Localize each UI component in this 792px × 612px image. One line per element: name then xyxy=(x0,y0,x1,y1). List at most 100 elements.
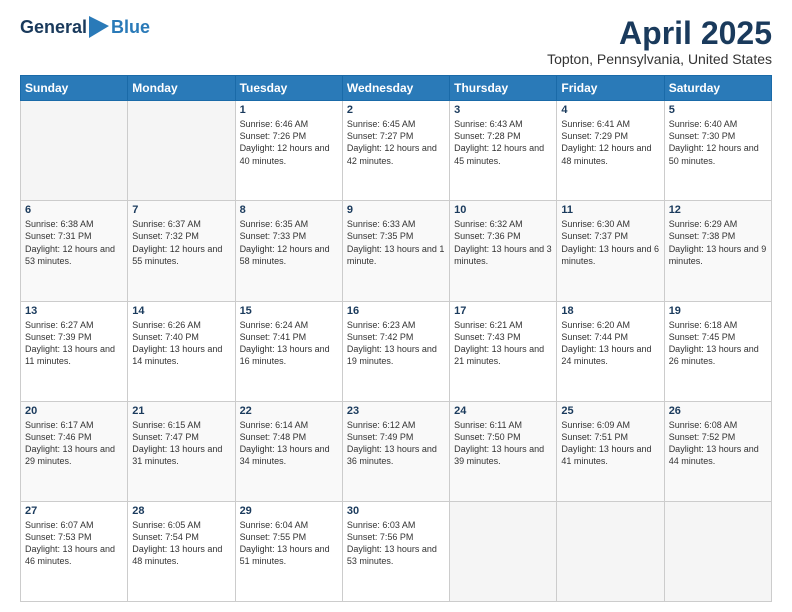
day-info: Sunrise: 6:11 AM Sunset: 7:50 PM Dayligh… xyxy=(454,419,552,468)
day-info: Sunrise: 6:21 AM Sunset: 7:43 PM Dayligh… xyxy=(454,319,552,368)
calendar-cell: 21 Sunrise: 6:15 AM Sunset: 7:47 PM Dayli… xyxy=(128,401,235,501)
day-header: Tuesday xyxy=(235,76,342,101)
day-info: Sunrise: 6:20 AM Sunset: 7:44 PM Dayligh… xyxy=(561,319,659,368)
calendar-cell: 16Sunrise: 6:23 AM Sunset: 7:42 PM Dayli… xyxy=(342,301,449,401)
calendar-cell xyxy=(128,101,235,201)
day-info: Sunrise: 6:40 AM Sunset: 7:30 PM Dayligh… xyxy=(669,118,767,167)
calendar-cell: 20Sunrise: 6:17 AM Sunset: 7:46 PM Dayli… xyxy=(21,401,128,501)
day-info: Sunrise: 6:12 AM Sunset: 7:49 PM Dayligh… xyxy=(347,419,445,468)
logo: General Blue xyxy=(20,16,150,38)
day-info: Sunrise: 6:29 AM Sunset: 7:38 PM Dayligh… xyxy=(669,218,767,267)
calendar-cell: 10 Sunrise: 6:32 AM Sunset: 7:36 PM Dayli… xyxy=(450,201,557,301)
calendar-cell: 4Sunrise: 6:41 AM Sunset: 7:29 PM Daylig… xyxy=(557,101,664,201)
day-info: Sunrise: 6:18 AM Sunset: 7:45 PM Dayligh… xyxy=(669,319,767,368)
day-number: 6 xyxy=(25,204,123,216)
logo-text: General Blue xyxy=(20,16,150,38)
day-number: 3 xyxy=(454,104,552,116)
day-header: Friday xyxy=(557,76,664,101)
day-number: 13 xyxy=(25,305,123,317)
day-number: 1 xyxy=(240,104,338,116)
day-info: Sunrise: 6:07 AM Sunset: 7:53 PM Dayligh… xyxy=(25,519,123,568)
day-number: 7 xyxy=(132,204,230,216)
day-number: 22 xyxy=(240,405,338,417)
calendar-cell: 6 Sunrise: 6:38 AM Sunset: 7:31 PM Daylig… xyxy=(21,201,128,301)
title-block: April 2025 Topton, Pennsylvania, United … xyxy=(547,16,772,67)
calendar-week-row: 20Sunrise: 6:17 AM Sunset: 7:46 PM Dayli… xyxy=(21,401,772,501)
day-info: Sunrise: 6:09 AM Sunset: 7:51 PM Dayligh… xyxy=(561,419,659,468)
location: Topton, Pennsylvania, United States xyxy=(547,51,772,67)
day-number: 4 xyxy=(561,104,659,116)
day-info: Sunrise: 6:03 AM Sunset: 7:56 PM Dayligh… xyxy=(347,519,445,568)
calendar-cell: 17 Sunrise: 6:21 AM Sunset: 7:43 PM Dayli… xyxy=(450,301,557,401)
day-number: 14 xyxy=(132,305,230,317)
calendar-cell: 18Sunrise: 6:20 AM Sunset: 7:44 PM Dayli… xyxy=(557,301,664,401)
calendar-cell: 23Sunrise: 6:12 AM Sunset: 7:49 PM Dayli… xyxy=(342,401,449,501)
calendar-header-row: SundayMondayTuesdayWednesdayThursdayFrid… xyxy=(21,76,772,101)
day-header: Thursday xyxy=(450,76,557,101)
day-number: 21 xyxy=(132,405,230,417)
day-number: 28 xyxy=(132,505,230,517)
calendar-cell: 12 Sunrise: 6:29 AM Sunset: 7:38 PM Dayli… xyxy=(664,201,771,301)
day-header: Sunday xyxy=(21,76,128,101)
calendar-cell: 8Sunrise: 6:35 AM Sunset: 7:33 PM Daylig… xyxy=(235,201,342,301)
day-info: Sunrise: 6:33 AM Sunset: 7:35 PM Dayligh… xyxy=(347,218,445,267)
calendar-cell: 3 Sunrise: 6:43 AM Sunset: 7:28 PM Daylig… xyxy=(450,101,557,201)
day-number: 5 xyxy=(669,104,767,116)
calendar-cell: 25 Sunrise: 6:09 AM Sunset: 7:51 PM Dayli… xyxy=(557,401,664,501)
calendar-cell: 1 Sunrise: 6:46 AM Sunset: 7:26 PM Daylig… xyxy=(235,101,342,201)
day-info: Sunrise: 6:37 AM Sunset: 7:32 PM Dayligh… xyxy=(132,218,230,267)
day-number: 29 xyxy=(240,505,338,517)
day-number: 11 xyxy=(561,204,659,216)
calendar-cell: 30 Sunrise: 6:03 AM Sunset: 7:56 PM Dayli… xyxy=(342,501,449,601)
day-number: 26 xyxy=(669,405,767,417)
day-info: Sunrise: 6:30 AM Sunset: 7:37 PM Dayligh… xyxy=(561,218,659,267)
day-number: 2 xyxy=(347,104,445,116)
calendar-cell: 5 Sunrise: 6:40 AM Sunset: 7:30 PM Daylig… xyxy=(664,101,771,201)
calendar-week-row: 13 Sunrise: 6:27 AM Sunset: 7:39 PM Dayli… xyxy=(21,301,772,401)
day-number: 17 xyxy=(454,305,552,317)
day-info: Sunrise: 6:32 AM Sunset: 7:36 PM Dayligh… xyxy=(454,218,552,267)
day-info: Sunrise: 6:27 AM Sunset: 7:39 PM Dayligh… xyxy=(25,319,123,368)
day-number: 30 xyxy=(347,505,445,517)
page: General Blue April 2025 Topton, Pennsylv… xyxy=(0,0,792,612)
day-info: Sunrise: 6:35 AM Sunset: 7:33 PM Dayligh… xyxy=(240,218,338,267)
calendar-week-row: 6 Sunrise: 6:38 AM Sunset: 7:31 PM Daylig… xyxy=(21,201,772,301)
calendar: SundayMondayTuesdayWednesdayThursdayFrid… xyxy=(20,75,772,602)
day-info: Sunrise: 6:43 AM Sunset: 7:28 PM Dayligh… xyxy=(454,118,552,167)
day-info: Sunrise: 6:08 AM Sunset: 7:52 PM Dayligh… xyxy=(669,419,767,468)
month-title: April 2025 xyxy=(547,16,772,51)
header: General Blue April 2025 Topton, Pennsylv… xyxy=(20,16,772,67)
day-number: 27 xyxy=(25,505,123,517)
day-number: 12 xyxy=(669,204,767,216)
day-info: Sunrise: 6:38 AM Sunset: 7:31 PM Dayligh… xyxy=(25,218,123,267)
calendar-week-row: 1 Sunrise: 6:46 AM Sunset: 7:26 PM Daylig… xyxy=(21,101,772,201)
calendar-cell: 14Sunrise: 6:26 AM Sunset: 7:40 PM Dayli… xyxy=(128,301,235,401)
calendar-cell: 24Sunrise: 6:11 AM Sunset: 7:50 PM Dayli… xyxy=(450,401,557,501)
calendar-cell: 11 Sunrise: 6:30 AM Sunset: 7:37 PM Dayli… xyxy=(557,201,664,301)
day-info: Sunrise: 6:46 AM Sunset: 7:26 PM Dayligh… xyxy=(240,118,338,167)
day-number: 10 xyxy=(454,204,552,216)
day-info: Sunrise: 6:05 AM Sunset: 7:54 PM Dayligh… xyxy=(132,519,230,568)
calendar-cell: 19 Sunrise: 6:18 AM Sunset: 7:45 PM Dayli… xyxy=(664,301,771,401)
day-number: 19 xyxy=(669,305,767,317)
calendar-cell xyxy=(664,501,771,601)
calendar-cell: 15Sunrise: 6:24 AM Sunset: 7:41 PM Dayli… xyxy=(235,301,342,401)
calendar-cell: 28 Sunrise: 6:05 AM Sunset: 7:54 PM Dayli… xyxy=(128,501,235,601)
calendar-cell: 7 Sunrise: 6:37 AM Sunset: 7:32 PM Daylig… xyxy=(128,201,235,301)
calendar-cell: 9Sunrise: 6:33 AM Sunset: 7:35 PM Daylig… xyxy=(342,201,449,301)
logo-general: General xyxy=(20,18,87,36)
calendar-cell: 2 Sunrise: 6:45 AM Sunset: 7:27 PM Daylig… xyxy=(342,101,449,201)
calendar-cell: 26 Sunrise: 6:08 AM Sunset: 7:52 PM Dayli… xyxy=(664,401,771,501)
calendar-cell xyxy=(450,501,557,601)
calendar-cell xyxy=(557,501,664,601)
logo-blue: Blue xyxy=(111,18,150,36)
logo-icon xyxy=(89,16,109,38)
calendar-cell: 29Sunrise: 6:04 AM Sunset: 7:55 PM Dayli… xyxy=(235,501,342,601)
day-info: Sunrise: 6:45 AM Sunset: 7:27 PM Dayligh… xyxy=(347,118,445,167)
calendar-cell: 13 Sunrise: 6:27 AM Sunset: 7:39 PM Dayli… xyxy=(21,301,128,401)
calendar-week-row: 27 Sunrise: 6:07 AM Sunset: 7:53 PM Dayli… xyxy=(21,501,772,601)
day-number: 25 xyxy=(561,405,659,417)
day-header: Saturday xyxy=(664,76,771,101)
day-info: Sunrise: 6:15 AM Sunset: 7:47 PM Dayligh… xyxy=(132,419,230,468)
calendar-cell xyxy=(21,101,128,201)
